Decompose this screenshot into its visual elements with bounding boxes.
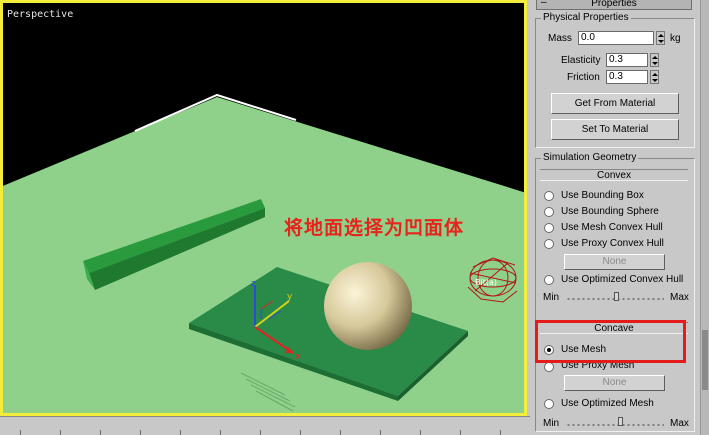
annotation-text: 将地面选择为凹面体 bbox=[284, 217, 465, 239]
elasticity-input[interactable]: 0.3 bbox=[606, 53, 648, 67]
mass-unit: kg bbox=[670, 33, 681, 44]
scene-canvas: z y x Bit(a) bbox=[3, 93, 524, 413]
radio-bounding-box[interactable] bbox=[544, 191, 554, 201]
panel-scrollbar[interactable] bbox=[700, 0, 709, 435]
svg-text:y: y bbox=[287, 292, 293, 302]
physical-properties-label: Physical Properties bbox=[541, 12, 631, 23]
simulation-geometry-label: Simulation Geometry bbox=[541, 152, 639, 163]
option-optimized-convex-hull[interactable]: Use Optimized Convex Hull bbox=[561, 274, 683, 286]
radio-optimized-mesh[interactable] bbox=[544, 399, 554, 409]
convex-header: Convex bbox=[540, 169, 688, 181]
properties-title: Properties bbox=[591, 0, 637, 9]
timeline-tick bbox=[380, 430, 381, 435]
timeline-tick bbox=[340, 430, 341, 435]
timeline-tick bbox=[460, 430, 461, 435]
timeline-tick bbox=[220, 430, 221, 435]
timeline-tick bbox=[420, 430, 421, 435]
timeline-tick bbox=[300, 430, 301, 435]
svg-text:Bit(a): Bit(a) bbox=[475, 278, 497, 287]
set-to-material-button[interactable]: Set To Material bbox=[551, 119, 679, 140]
convex-slider-thumb[interactable] bbox=[614, 292, 619, 301]
mass-label: Mass bbox=[548, 33, 572, 44]
perspective-viewport[interactable]: z y x Bit(a) Perspective 将地面选择为凹面体 bbox=[0, 0, 527, 416]
elasticity-spinner[interactable] bbox=[650, 53, 659, 67]
app-window: z y x Bit(a) Perspective 将地面选择为凹面体 – Pro… bbox=[0, 0, 709, 435]
option-optimized-mesh[interactable]: Use Optimized Mesh bbox=[561, 398, 654, 410]
radio-use-proxy-mesh[interactable] bbox=[544, 362, 554, 372]
properties-rollout-header[interactable]: – Properties bbox=[536, 0, 692, 10]
timeline-tick bbox=[260, 430, 261, 435]
option-bounding-box[interactable]: Use Bounding Box bbox=[561, 190, 644, 202]
concave-slider-thumb[interactable] bbox=[618, 417, 623, 426]
timeline-tick bbox=[20, 430, 21, 435]
option-bounding-sphere[interactable]: Use Bounding Sphere bbox=[561, 206, 659, 218]
timeline-strip[interactable] bbox=[0, 416, 530, 435]
option-mesh-convex-hull[interactable]: Use Mesh Convex Hull bbox=[561, 222, 663, 234]
radio-proxy-convex-hull[interactable] bbox=[544, 239, 554, 249]
friction-input[interactable]: 0.3 bbox=[606, 70, 648, 84]
timeline-tick bbox=[180, 430, 181, 435]
sphere bbox=[324, 262, 412, 350]
radio-optimized-convex-hull[interactable] bbox=[544, 275, 554, 285]
proxy-convex-none-button[interactable]: None bbox=[564, 254, 665, 270]
get-from-material-button[interactable]: Get From Material bbox=[551, 93, 679, 114]
svg-text:x: x bbox=[295, 352, 301, 362]
radio-bounding-sphere[interactable] bbox=[544, 207, 554, 217]
concave-highlight-annotation bbox=[535, 320, 686, 363]
viewport-label[interactable]: Perspective bbox=[7, 9, 73, 20]
timeline-tick bbox=[100, 430, 101, 435]
scrollbar-thumb[interactable] bbox=[702, 330, 708, 390]
convex-min-label: Min bbox=[543, 292, 560, 303]
proxy-mesh-none-button[interactable]: None bbox=[564, 375, 665, 391]
mass-input[interactable]: 0.0 bbox=[578, 31, 654, 45]
command-panel: – Properties Physical Properties Mass 0.… bbox=[530, 0, 709, 435]
convex-max-label: Max bbox=[670, 292, 689, 303]
timeline-tick bbox=[140, 430, 141, 435]
friction-spinner[interactable] bbox=[650, 70, 659, 84]
timeline-tick bbox=[500, 430, 501, 435]
option-proxy-convex-hull[interactable]: Use Proxy Convex Hull bbox=[561, 238, 664, 250]
concave-min-label: Min bbox=[543, 418, 560, 429]
concave-max-label: Max bbox=[670, 418, 689, 429]
elasticity-label: Elasticity bbox=[561, 55, 601, 66]
radio-mesh-convex-hull[interactable] bbox=[544, 223, 554, 233]
collapse-icon: – bbox=[541, 0, 547, 8]
mass-spinner[interactable] bbox=[656, 31, 665, 45]
concave-slider-track[interactable] bbox=[566, 424, 664, 426]
svg-text:z: z bbox=[251, 279, 256, 289]
timeline-tick bbox=[60, 430, 61, 435]
friction-label: Friction bbox=[567, 72, 600, 83]
ground-plane bbox=[3, 97, 524, 413]
